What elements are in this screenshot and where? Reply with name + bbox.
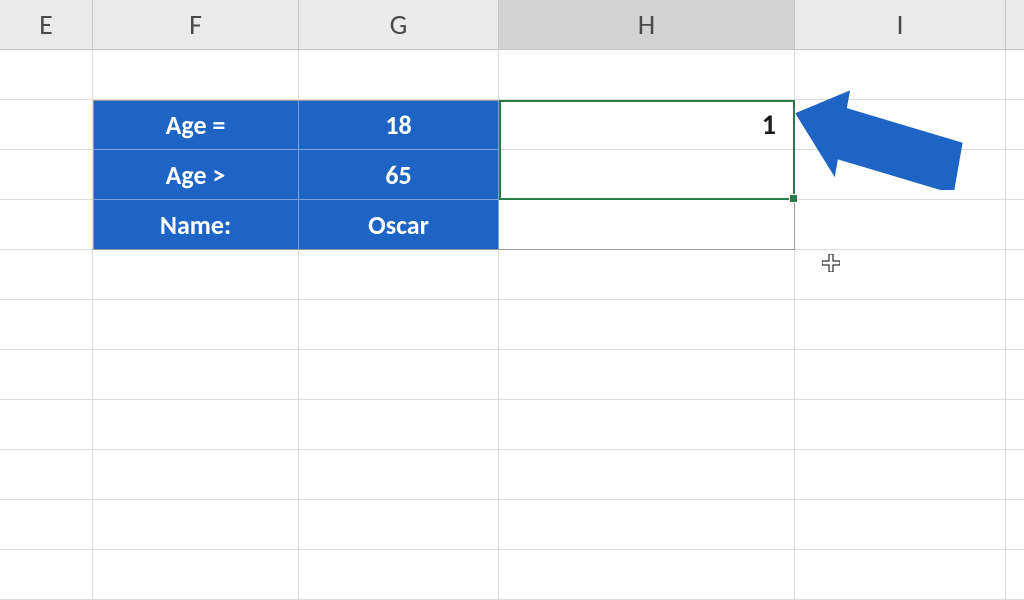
cell-I2[interactable] (795, 100, 1006, 150)
cell-F10[interactable] (93, 500, 299, 550)
label-age-equals: Age = (166, 109, 226, 141)
cell-F11[interactable] (93, 550, 299, 600)
cell-I1[interactable] (795, 50, 1006, 100)
cell-H7[interactable] (499, 350, 795, 400)
cell-F4[interactable]: Name: (93, 200, 299, 250)
cell-spacer (1006, 450, 1024, 500)
cell-G5[interactable] (299, 250, 499, 300)
cell-E2[interactable] (0, 100, 93, 150)
cell-F1[interactable] (93, 50, 299, 100)
cell-E1[interactable] (0, 50, 93, 100)
cell-F7[interactable] (93, 350, 299, 400)
cell-E8[interactable] (0, 400, 93, 450)
cell-H8[interactable] (499, 400, 795, 450)
col-label: E (39, 7, 53, 42)
cell-spacer (1006, 500, 1024, 550)
cell-E4[interactable] (0, 200, 93, 250)
cell-E5[interactable] (0, 250, 93, 300)
value-name: Oscar (368, 209, 429, 241)
col-label: G (390, 7, 408, 42)
cell-G9[interactable] (299, 450, 499, 500)
cell-G6[interactable] (299, 300, 499, 350)
cell-F3[interactable]: Age > (93, 150, 299, 200)
cell-F6[interactable] (93, 300, 299, 350)
cell-H6[interactable] (499, 300, 795, 350)
cell-I4[interactable] (795, 200, 1006, 250)
cell-spacer (1006, 300, 1024, 350)
cell-G4[interactable]: Oscar (299, 200, 499, 250)
col-header-F[interactable]: F (93, 0, 299, 50)
cell-spacer (1006, 100, 1024, 150)
cell-I3[interactable] (795, 150, 1006, 200)
cell-G8[interactable] (299, 400, 499, 450)
cell-I8[interactable] (795, 400, 1006, 450)
cell-E3[interactable] (0, 150, 93, 200)
cell-H5[interactable] (499, 250, 795, 300)
cell-spacer (1006, 550, 1024, 600)
cell-H4[interactable] (499, 200, 795, 250)
cell-I9[interactable] (795, 450, 1006, 500)
cell-spacer (1006, 150, 1024, 200)
cell-H1[interactable] (499, 50, 795, 100)
cell-spacer (1006, 50, 1024, 100)
cell-H10[interactable] (499, 500, 795, 550)
cell-F9[interactable] (93, 450, 299, 500)
cell-I7[interactable] (795, 350, 1006, 400)
value-age-equals: 18 (385, 109, 411, 141)
cell-E10[interactable] (0, 500, 93, 550)
col-header-spacer (1006, 0, 1024, 50)
col-header-I[interactable]: I (795, 0, 1006, 50)
label-name: Name: (160, 209, 231, 241)
cell-spacer (1006, 350, 1024, 400)
cell-G2[interactable]: 18 (299, 100, 499, 150)
cell-G10[interactable] (299, 500, 499, 550)
cell-cursor-icon (822, 254, 840, 272)
col-header-G[interactable]: G (299, 0, 499, 50)
cell-I6[interactable] (795, 300, 1006, 350)
cell-E11[interactable] (0, 550, 93, 600)
col-header-E[interactable]: E (0, 0, 93, 50)
cell-H2[interactable]: 1 (499, 100, 795, 150)
cell-H9[interactable] (499, 450, 795, 500)
cell-G7[interactable] (299, 350, 499, 400)
col-label: I (896, 7, 903, 42)
cell-H3[interactable] (499, 150, 795, 200)
cell-E7[interactable] (0, 350, 93, 400)
cell-spacer (1006, 250, 1024, 300)
cell-F8[interactable] (93, 400, 299, 450)
cell-I11[interactable] (795, 550, 1006, 600)
cell-E6[interactable] (0, 300, 93, 350)
cell-H11[interactable] (499, 550, 795, 600)
cell-I10[interactable] (795, 500, 1006, 550)
cell-E9[interactable] (0, 450, 93, 500)
label-age-greater: Age > (166, 159, 226, 191)
col-label: H (638, 7, 655, 42)
cell-G1[interactable] (299, 50, 499, 100)
cell-G11[interactable] (299, 550, 499, 600)
spreadsheet-grid[interactable]: E F G H I Age = 18 1 Age > 65 Name: Osca… (0, 0, 1024, 600)
value-age-greater: 65 (385, 159, 411, 191)
cell-F2[interactable]: Age = (93, 100, 299, 150)
col-header-H[interactable]: H (499, 0, 795, 50)
cell-spacer (1006, 200, 1024, 250)
cell-G3[interactable]: 65 (299, 150, 499, 200)
cell-F5[interactable] (93, 250, 299, 300)
result-value-1: 1 (762, 107, 776, 142)
cell-spacer (1006, 400, 1024, 450)
col-label: F (189, 7, 202, 42)
